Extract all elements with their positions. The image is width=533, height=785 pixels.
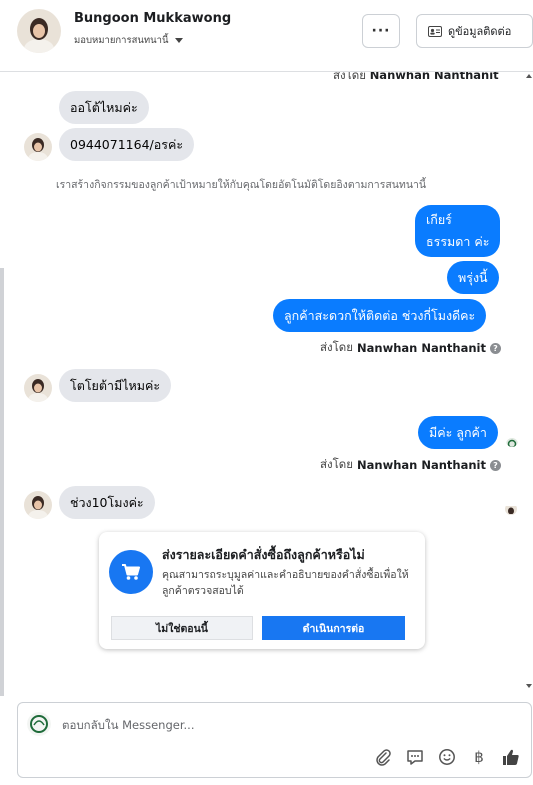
emoji-icon[interactable] bbox=[437, 747, 457, 767]
message-thread[interactable]: ส่งโดย Nanwhan Nanthanit ออโต้ไหมค่ะ 094… bbox=[0, 72, 533, 696]
quick-reply-icon[interactable] bbox=[405, 747, 425, 767]
contact-avatar[interactable] bbox=[17, 9, 61, 53]
assign-conversation-dropdown[interactable]: มอบหมายการสนทนานี้ bbox=[74, 33, 183, 48]
contact-avatar-small[interactable] bbox=[24, 133, 52, 161]
help-icon[interactable]: ? bbox=[490, 342, 501, 354]
not-now-button[interactable]: ไม่ใช่ตอนนี้ bbox=[111, 616, 253, 640]
payment-icon[interactable]: ฿ bbox=[469, 747, 489, 767]
contact-avatar-small[interactable] bbox=[24, 374, 52, 402]
outgoing-message[interactable]: มีค่ะ ลูกค้า bbox=[418, 416, 498, 449]
sent-by-label: ส่งโดย Nanwhan Nanthanit ? bbox=[320, 339, 501, 357]
seen-receipt-avatar bbox=[505, 503, 517, 515]
composer-toolbar: ฿ bbox=[373, 747, 521, 767]
incoming-message[interactable]: ช่วง10โมงค่ะ bbox=[59, 486, 155, 519]
left-resize-handle[interactable] bbox=[0, 268, 4, 696]
continue-button[interactable]: ดำเนินการต่อ bbox=[262, 616, 405, 640]
view-contact-info-button[interactable]: ดูข้อมูลติดต่อ bbox=[416, 14, 533, 48]
card-description: คุณสามารถระบุมูลค่าและคำอธิบายของคำสั่งซ… bbox=[162, 569, 409, 597]
help-icon[interactable]: ? bbox=[490, 459, 501, 471]
page-logo bbox=[27, 712, 51, 736]
more-options-button[interactable]: ··· bbox=[362, 14, 400, 48]
read-receipt-avatar bbox=[506, 435, 518, 447]
scroll-down-arrow[interactable] bbox=[526, 684, 532, 688]
cart-icon bbox=[109, 550, 153, 594]
incoming-message[interactable]: 0944071164/อรค่ะ bbox=[59, 128, 195, 161]
incoming-message[interactable]: ออโต้ไหมค่ะ bbox=[59, 91, 149, 124]
outgoing-message[interactable]: ลูกค้าสะดวกให้ติดต่อ ช่วงกี่โมงดีคะ bbox=[273, 299, 487, 332]
order-details-prompt-card: ส่งรายละเอียดคำสั่งซื้อถึงลูกค้าหรือไม่ … bbox=[99, 532, 425, 649]
system-note: เราสร้างกิจกรรมของลูกค้าเป้าหมายให้กับคุ… bbox=[56, 179, 427, 191]
reply-composer: ตอบกลับใน Messenger... ฿ bbox=[17, 702, 532, 778]
more-label: ··· bbox=[371, 23, 391, 39]
outgoing-message[interactable]: เกียร์ ธรรมดา ค่ะ bbox=[415, 205, 501, 257]
contact-avatar-small[interactable] bbox=[24, 491, 52, 519]
scroll-up-arrow[interactable] bbox=[526, 74, 532, 78]
reply-input[interactable]: ตอบกลับใน Messenger... bbox=[62, 717, 194, 735]
attach-icon[interactable] bbox=[373, 747, 393, 767]
contact-info-label: ดูข้อมูลติดต่อ bbox=[448, 25, 512, 38]
sent-by-label: ส่งโดย Nanwhan Nanthanit bbox=[333, 72, 499, 82]
like-icon[interactable] bbox=[501, 747, 521, 767]
outgoing-message[interactable]: พรุ่งนี้ bbox=[447, 261, 499, 294]
conversation-header: Bungoon Mukkawong มอบหมายการสนทนานี้ ···… bbox=[0, 0, 533, 72]
sent-by-label: ส่งโดย Nanwhan Nanthanit ? bbox=[320, 456, 501, 474]
incoming-message[interactable]: โตโยต้ามีไหมค่ะ bbox=[59, 369, 172, 402]
card-title: ส่งรายละเอียดคำสั่งซื้อถึงลูกค้าหรือไม่ bbox=[162, 547, 365, 562]
contact-card-icon bbox=[428, 25, 442, 37]
chevron-down-icon bbox=[174, 38, 183, 43]
assign-label: มอบหมายการสนทนานี้ bbox=[74, 35, 169, 46]
contact-name[interactable]: Bungoon Mukkawong bbox=[74, 11, 231, 26]
